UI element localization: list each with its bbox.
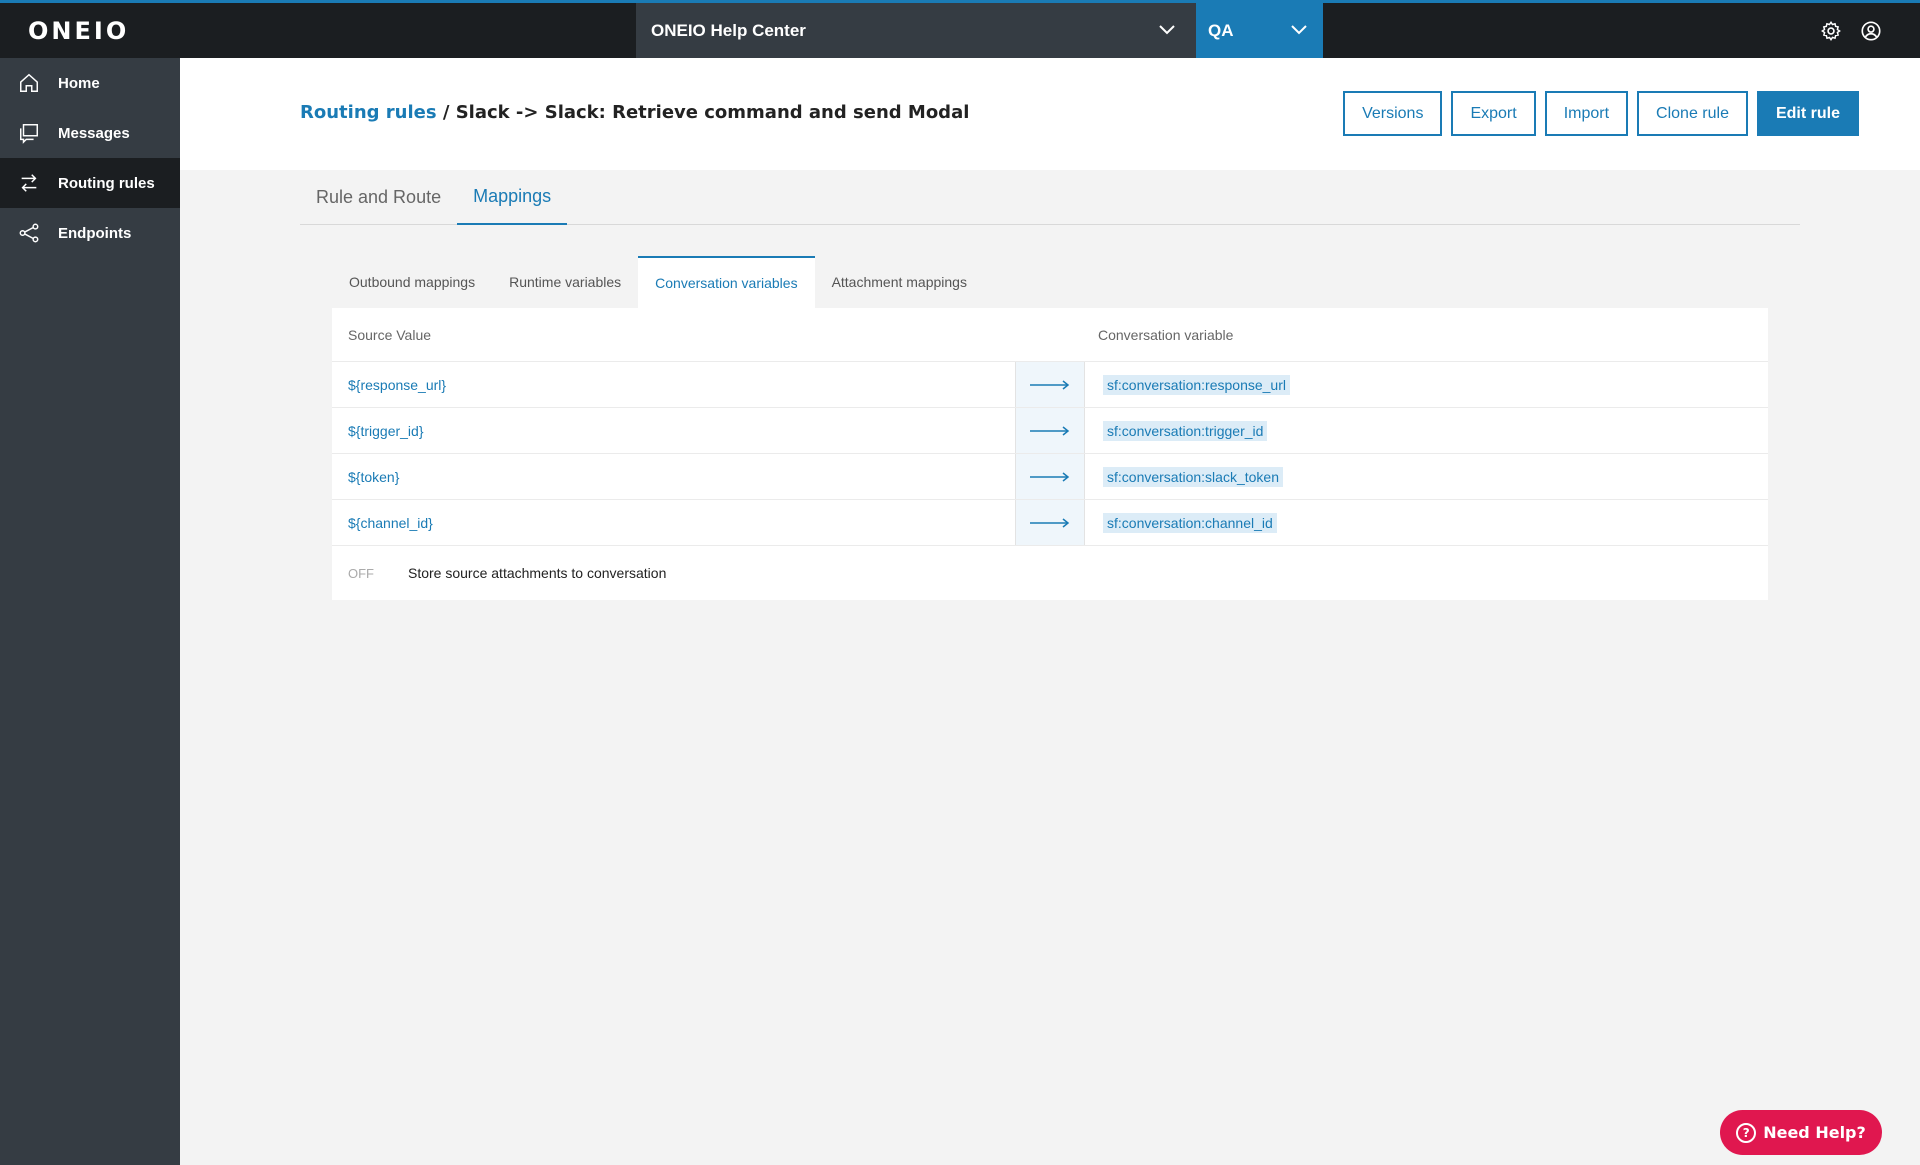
page-title: Slack -> Slack: Retrieve command and sen… bbox=[455, 102, 970, 123]
environment-selector[interactable]: QA bbox=[1196, 3, 1323, 58]
logo-text: ONEIO bbox=[28, 17, 130, 45]
header-actions: Versions Export Import Clone rule Edit r… bbox=[1343, 91, 1859, 136]
sidebar-item-messages[interactable]: Messages bbox=[0, 108, 180, 158]
sidebar: Home Messages Routing rules Endpoints bbox=[0, 58, 180, 1165]
sidebar-item-label: Messages bbox=[58, 124, 130, 142]
table-header: Source Value Conversation variable bbox=[332, 308, 1768, 362]
routing-icon bbox=[21, 174, 37, 192]
organization-selector[interactable]: ONEIO Help Center bbox=[636, 3, 1196, 58]
chevron-down-icon bbox=[1159, 25, 1175, 35]
mapping-sub-tabs: Outbound mappings Runtime variables Conv… bbox=[332, 256, 984, 308]
sidebar-item-label: Home bbox=[58, 74, 100, 92]
sidebar-item-label: Endpoints bbox=[58, 224, 132, 242]
source-value[interactable]: ${channel_id} bbox=[332, 500, 1016, 545]
home-icon bbox=[20, 73, 38, 92]
user-account-icon[interactable] bbox=[1860, 20, 1882, 42]
sidebar-item-label: Routing rules bbox=[58, 174, 155, 192]
conversation-variable-tag[interactable]: sf:conversation:slack_token bbox=[1103, 466, 1283, 487]
arrow-right-icon bbox=[1016, 500, 1085, 545]
sidebar-item-endpoints[interactable]: Endpoints bbox=[0, 208, 180, 258]
gear-icon[interactable] bbox=[1820, 20, 1842, 42]
source-value[interactable]: ${trigger_id} bbox=[332, 408, 1016, 453]
tab-attachment-mappings[interactable]: Attachment mappings bbox=[815, 256, 984, 308]
page-header: Routing rules / Slack -> Slack: Retrieve… bbox=[180, 58, 1920, 170]
table-row: ${trigger_id} sf:conversation:trigger_id bbox=[332, 408, 1768, 454]
oneio-logo[interactable]: ONEIO bbox=[28, 17, 130, 45]
conversation-variable-tag[interactable]: sf:conversation:channel_id bbox=[1103, 512, 1277, 533]
breadcrumb-routing-rules-link[interactable]: Routing rules bbox=[300, 102, 437, 123]
table-row: ${response_url} sf:conversation:response… bbox=[332, 362, 1768, 408]
edit-rule-button[interactable]: Edit rule bbox=[1756, 91, 1859, 136]
store-attachments-toggle[interactable]: OFF bbox=[348, 566, 408, 581]
source-value[interactable]: ${token} bbox=[332, 454, 1016, 499]
breadcrumb-separator: / bbox=[442, 102, 450, 123]
top-bar: ONEIO ONEIO Help Center QA bbox=[0, 0, 1920, 58]
breadcrumb: Routing rules / Slack -> Slack: Retrieve… bbox=[300, 102, 969, 123]
versions-button[interactable]: Versions bbox=[1343, 91, 1443, 136]
tab-mappings[interactable]: Mappings bbox=[457, 170, 568, 225]
sidebar-item-routing-rules[interactable]: Routing rules bbox=[0, 158, 180, 208]
import-button[interactable]: Import bbox=[1544, 91, 1629, 136]
messages-icon bbox=[20, 124, 38, 144]
question-icon: ? bbox=[1736, 1122, 1757, 1143]
store-attachments-row: OFF Store source attachments to conversa… bbox=[332, 546, 1768, 600]
tab-runtime-variables[interactable]: Runtime variables bbox=[492, 256, 638, 308]
chevron-down-icon bbox=[1291, 25, 1307, 35]
arrow-right-icon bbox=[1016, 408, 1085, 453]
source-value-header: Source Value bbox=[348, 326, 432, 343]
tab-rule-and-route[interactable]: Rule and Route bbox=[300, 170, 457, 225]
clone-rule-button[interactable]: Clone rule bbox=[1637, 91, 1748, 136]
need-help-label: Need Help? bbox=[1763, 1123, 1866, 1142]
conversation-variable-tag[interactable]: sf:conversation:trigger_id bbox=[1103, 420, 1268, 441]
endpoints-icon bbox=[19, 223, 39, 243]
conversation-variables-table: Source Value Conversation variable ${res… bbox=[332, 308, 1768, 600]
need-help-button[interactable]: ? Need Help? bbox=[1720, 1110, 1882, 1155]
table-row: ${token} sf:conversation:slack_token bbox=[332, 454, 1768, 500]
tab-conversation-variables[interactable]: Conversation variables bbox=[638, 256, 815, 308]
conversation-variable-header: Conversation variable bbox=[1098, 326, 1234, 343]
tab-outbound-mappings[interactable]: Outbound mappings bbox=[332, 256, 492, 308]
sidebar-item-home[interactable]: Home bbox=[0, 58, 180, 108]
conversation-variable-tag[interactable]: sf:conversation:response_url bbox=[1103, 374, 1290, 395]
arrow-right-icon bbox=[1016, 454, 1085, 499]
store-attachments-label: Store source attachments to conversation bbox=[408, 565, 667, 581]
organization-name: ONEIO Help Center bbox=[651, 20, 806, 40]
arrow-right-icon bbox=[1016, 362, 1085, 407]
table-row: ${channel_id} sf:conversation:channel_id bbox=[332, 500, 1768, 546]
main-tabs: Rule and Route Mappings bbox=[300, 170, 1800, 225]
source-value[interactable]: ${response_url} bbox=[332, 362, 1016, 407]
export-button[interactable]: Export bbox=[1451, 91, 1536, 136]
environment-name: QA bbox=[1208, 20, 1234, 40]
